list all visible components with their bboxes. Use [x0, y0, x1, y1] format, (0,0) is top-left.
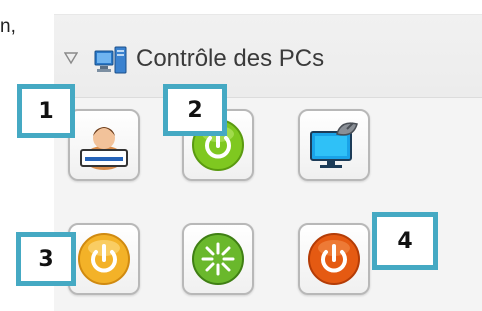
green-starburst-icon [192, 233, 244, 285]
restart-tile[interactable] [182, 223, 254, 295]
red-power-icon [308, 233, 360, 285]
callout-1: 1 [17, 84, 75, 138]
panel-header[interactable]: Contrôle des PCs [54, 15, 482, 98]
standby-tile[interactable] [68, 223, 140, 295]
truncated-text: n, [0, 16, 16, 37]
callout-4: 4 [372, 212, 438, 270]
user-session-tile[interactable] [68, 109, 140, 181]
user-at-computer-icon [80, 127, 128, 170]
callout-2: 2 [163, 84, 227, 136]
triangle-down-icon[interactable] [64, 51, 78, 65]
shutdown-tile[interactable] [298, 223, 370, 295]
monitor-satellite-icon [310, 122, 358, 168]
orange-power-icon [78, 233, 130, 285]
panel-title: Contrôle des PCs [136, 45, 325, 72]
callout-3: 3 [16, 232, 76, 286]
computers-icon [94, 46, 127, 74]
remote-display-tile[interactable] [298, 109, 370, 181]
